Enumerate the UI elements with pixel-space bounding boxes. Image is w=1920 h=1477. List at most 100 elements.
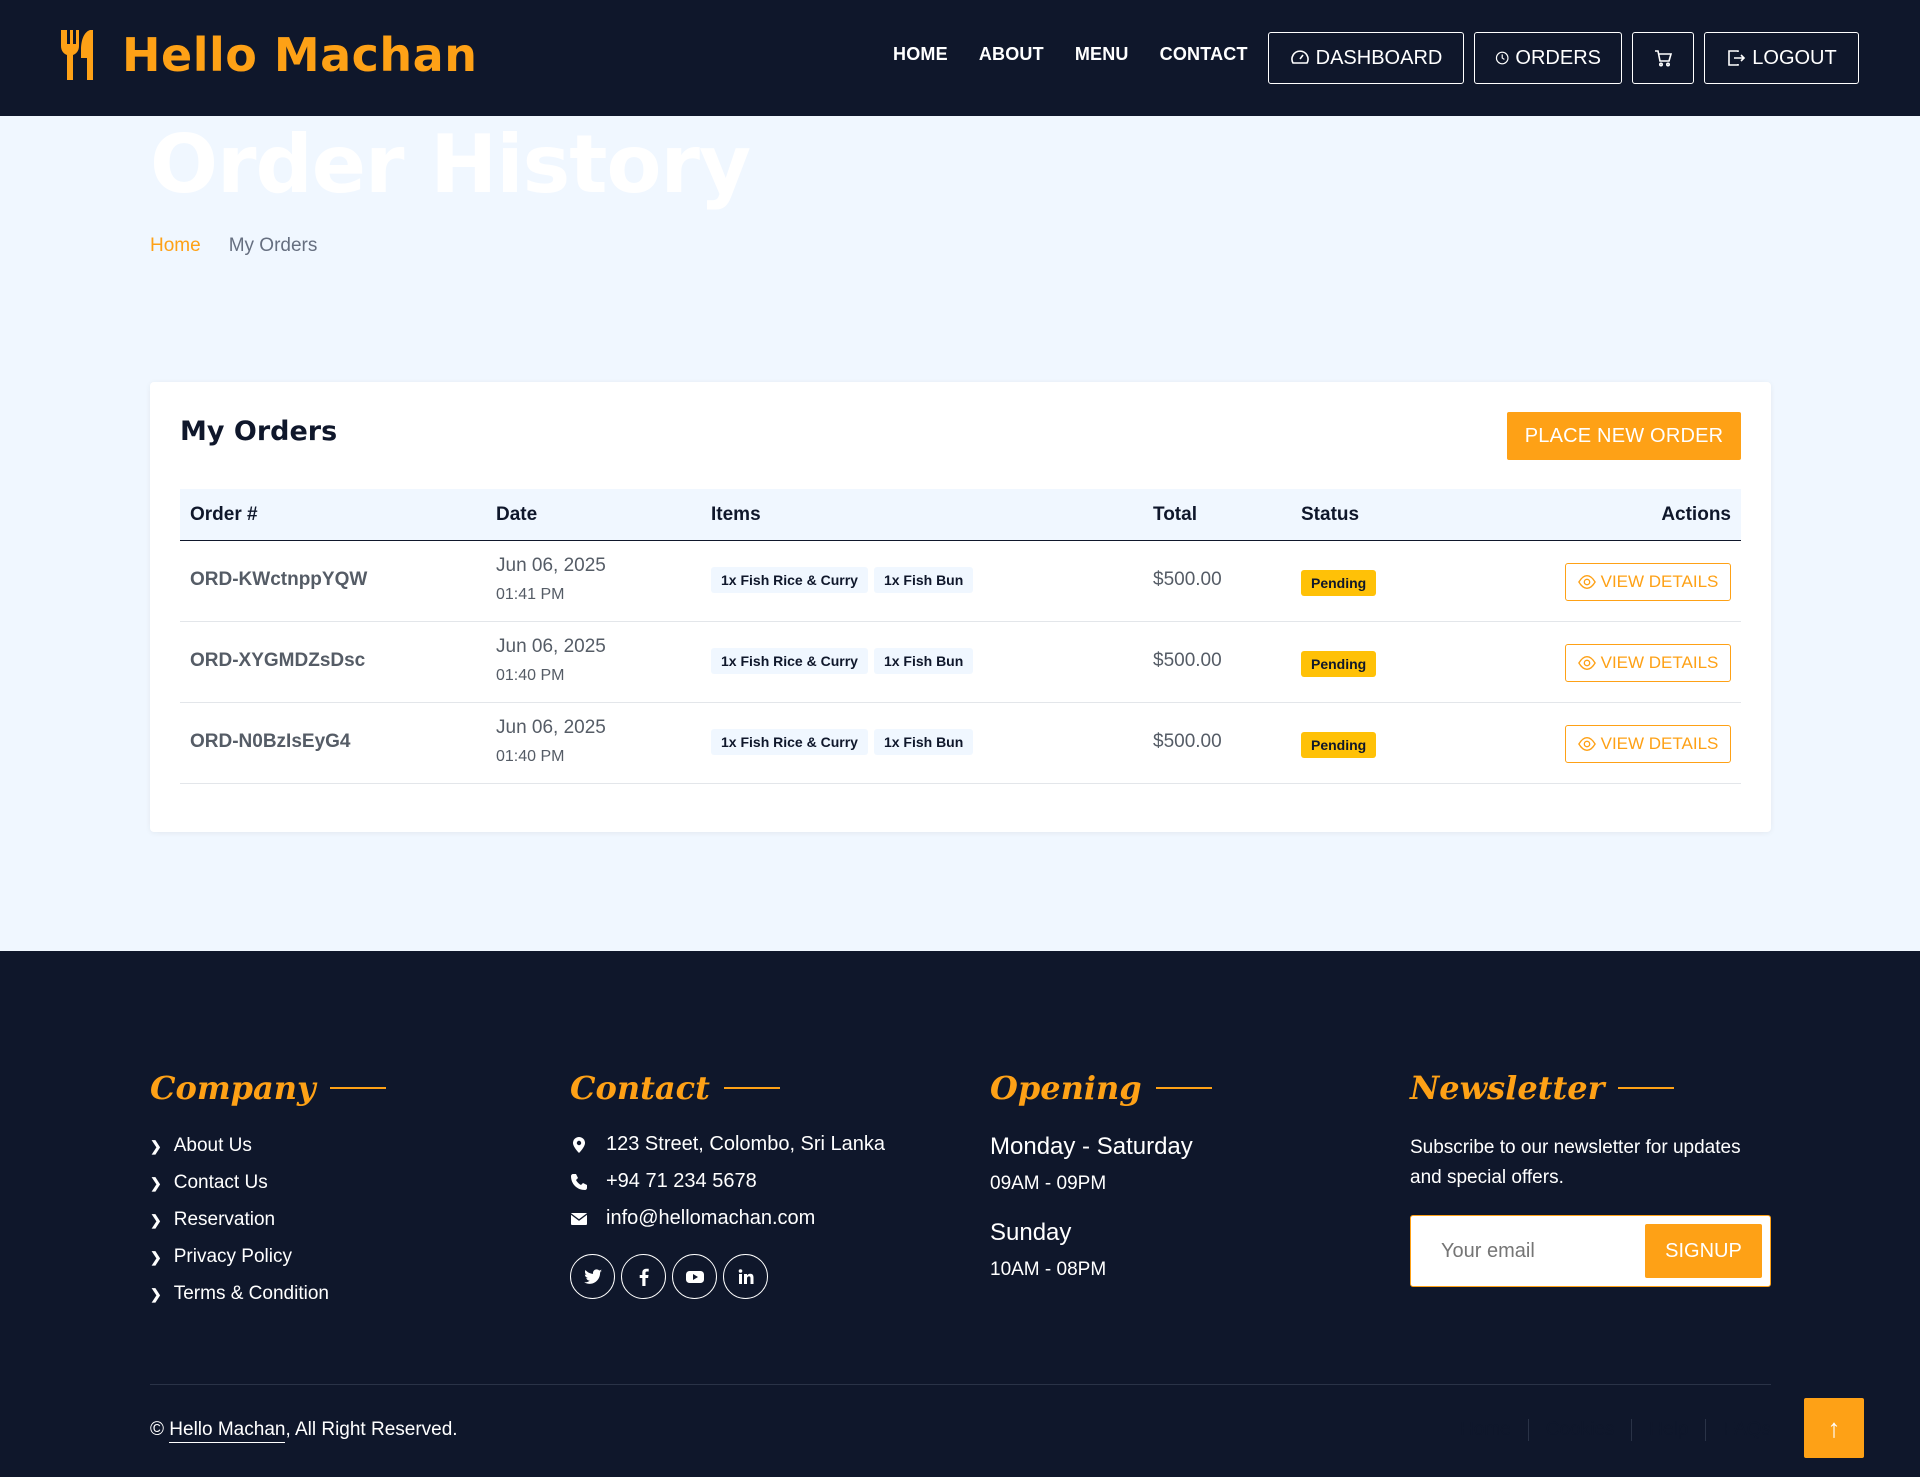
footer-opening: Opening Monday - Saturday 09AM - 09PM Su… (990, 1069, 1212, 1281)
navbar: Hello Machan HOME ABOUT MENU CONTACT DAS… (0, 0, 1920, 116)
eye-icon (1577, 737, 1596, 751)
linkedin-link[interactable] (723, 1254, 768, 1299)
order-total: $500.00 (1153, 569, 1222, 590)
dashboard-label: DASHBOARD (1315, 46, 1443, 69)
footer-opening-heading: Opening (990, 1069, 1212, 1107)
nav-contact[interactable]: CONTACT (1160, 44, 1248, 65)
logout-icon (1728, 50, 1746, 66)
view-details-button[interactable]: VIEW DETAILS (1565, 563, 1731, 601)
order-total: $500.00 (1153, 650, 1222, 671)
footer-newsletter-title: Newsletter (1410, 1069, 1605, 1107)
footer-menu-faqs[interactable]: FAQs (1706, 1419, 1771, 1441)
order-date: Jun 06, 2025 (496, 555, 606, 576)
item-chip: 1x Fish Bun (873, 567, 974, 593)
order-time: 01:41 PM (496, 586, 565, 603)
item-chip: 1x Fish Rice & Curry (711, 729, 868, 755)
view-details-button[interactable]: VIEW DETAILS (1565, 725, 1731, 763)
envelope-icon (570, 1212, 588, 1225)
col-order: Order # (190, 504, 258, 525)
order-date: Jun 06, 2025 (496, 636, 606, 657)
status-badge: Pending (1301, 732, 1377, 758)
footer-menu-cookies[interactable]: Cookies (1529, 1419, 1633, 1441)
clock-icon (1495, 51, 1509, 65)
breadcrumb-home[interactable]: Home (150, 235, 201, 257)
nav-menu[interactable]: MENU (1075, 44, 1129, 65)
copyright: © Hello Machan, All Right Reserved. (150, 1419, 458, 1443)
footer-menu: Home Cookies Help FAQs (1443, 1419, 1771, 1441)
orders-card: My Orders PLACE NEW ORDER Order # Date I… (150, 382, 1771, 832)
orders-button[interactable]: ORDERS (1474, 32, 1622, 84)
chevron-right-icon: ❯ (150, 1285, 162, 1302)
order-id: ORD-N0BzIsEyG4 (190, 731, 351, 752)
footer-contact: Contact 123 Street, Colombo, Sri Lanka +… (570, 1069, 885, 1299)
view-details-label: VIEW DETAILS (1600, 653, 1719, 672)
place-new-order-button[interactable]: PLACE NEW ORDER (1507, 412, 1741, 460)
view-details-button[interactable]: VIEW DETAILS (1565, 644, 1731, 682)
dashboard-button[interactable]: DASHBOARD (1268, 32, 1464, 84)
eye-icon (1577, 575, 1596, 589)
col-total: Total (1153, 504, 1197, 525)
footer: Company ❯ About Us ❯ Contact Us ❯ Reservati… (0, 951, 1920, 1477)
cart-icon (1655, 50, 1673, 67)
utensils-icon (61, 30, 93, 80)
order-items: 1x Fish Rice & Curry 1x Fish Bun (711, 729, 974, 755)
orders-card-title: My Orders (180, 416, 338, 447)
table-row: ORD-KWctnppYQW Jun 06, 2025 01:41 PM 1x … (180, 541, 1741, 622)
footer-link[interactable]: ❯ About Us (150, 1135, 386, 1157)
chevron-right-icon: ❯ (150, 1137, 162, 1154)
nav-home[interactable]: HOME (893, 44, 948, 65)
footer-company-links: ❯ About Us ❯ Contact Us ❯ Reservation ❯ Priv… (150, 1135, 386, 1305)
logout-button[interactable]: LOGOUT (1704, 32, 1859, 84)
chevron-right-icon: ❯ (150, 1248, 162, 1265)
footer-link-label: Reservation (173, 1209, 276, 1230)
back-to-top-button[interactable]: ↑ (1804, 1398, 1864, 1458)
view-details-label: VIEW DETAILS (1600, 572, 1719, 591)
contact-phone: +94 71 234 5678 (570, 1170, 885, 1193)
logout-label: LOGOUT (1752, 46, 1837, 69)
footer-link[interactable]: ❯ Contact Us (150, 1172, 386, 1194)
facebook-link[interactable] (621, 1254, 666, 1299)
newsletter-email-input[interactable] (1441, 1240, 1641, 1263)
contact-address-text: 123 Street, Colombo, Sri Lanka (606, 1133, 886, 1155)
nav-links: HOME ABOUT MENU CONTACT (893, 44, 1248, 65)
chevron-right-icon: ❯ (150, 1211, 162, 1228)
heading-line (329, 1087, 386, 1089)
twitter-link[interactable] (570, 1254, 615, 1299)
table-row: ORD-N0BzIsEyG4 Jun 06, 2025 01:40 PM 1x … (180, 703, 1741, 784)
footer-menu-home[interactable]: Home (1443, 1419, 1529, 1441)
copyright-brand-link[interactable]: Hello Machan (169, 1419, 286, 1443)
footer-company-title: Company (150, 1069, 316, 1107)
arrow-up-icon: ↑ (1827, 1412, 1841, 1443)
orders-label: ORDERS (1515, 46, 1601, 69)
footer-opening-title: Opening (990, 1069, 1142, 1107)
opening-day-sunday: Sunday (990, 1219, 1072, 1246)
nav-buttons: DASHBOARD ORDERS LOGOUT (1268, 32, 1859, 84)
signup-button[interactable]: SIGNUP (1645, 1224, 1762, 1278)
footer-link[interactable]: ❯ Privacy Policy (150, 1246, 386, 1268)
copyright-suffix: , All Right Reserved. (285, 1419, 458, 1440)
footer-link-label: About Us (173, 1135, 252, 1156)
brand-logo[interactable]: Hello Machan (58, 28, 477, 82)
youtube-icon (685, 1270, 704, 1283)
footer-newsletter-heading: Newsletter (1410, 1069, 1771, 1107)
footer-menu-help[interactable]: Help (1632, 1419, 1707, 1441)
contact-list: 123 Street, Colombo, Sri Lanka +94 71 23… (570, 1133, 885, 1230)
gauge-icon (1290, 50, 1309, 64)
col-items: Items (711, 504, 761, 525)
contact-address: 123 Street, Colombo, Sri Lanka (570, 1133, 885, 1156)
map-marker-icon (573, 1136, 585, 1153)
footer-link-label: Terms & Condition (173, 1283, 329, 1304)
orders-table: Order # Date Items Total Status Actions … (180, 489, 1741, 784)
footer-link[interactable]: ❯ Reservation (150, 1209, 386, 1231)
footer-divider (150, 1384, 1771, 1385)
order-id: ORD-XYGMDZsDsc (190, 650, 366, 671)
status-badge: Pending (1301, 651, 1377, 677)
opening-time-weekdays: 09AM - 09PM (990, 1173, 1107, 1194)
youtube-link[interactable] (672, 1254, 717, 1299)
footer-link-label: Privacy Policy (173, 1246, 292, 1267)
footer-link[interactable]: ❯ Terms & Condition (150, 1283, 386, 1305)
footer-link-label: Contact Us (173, 1172, 268, 1193)
cart-button[interactable] (1632, 32, 1694, 84)
nav-about[interactable]: ABOUT (979, 44, 1044, 65)
twitter-icon (583, 1268, 602, 1284)
